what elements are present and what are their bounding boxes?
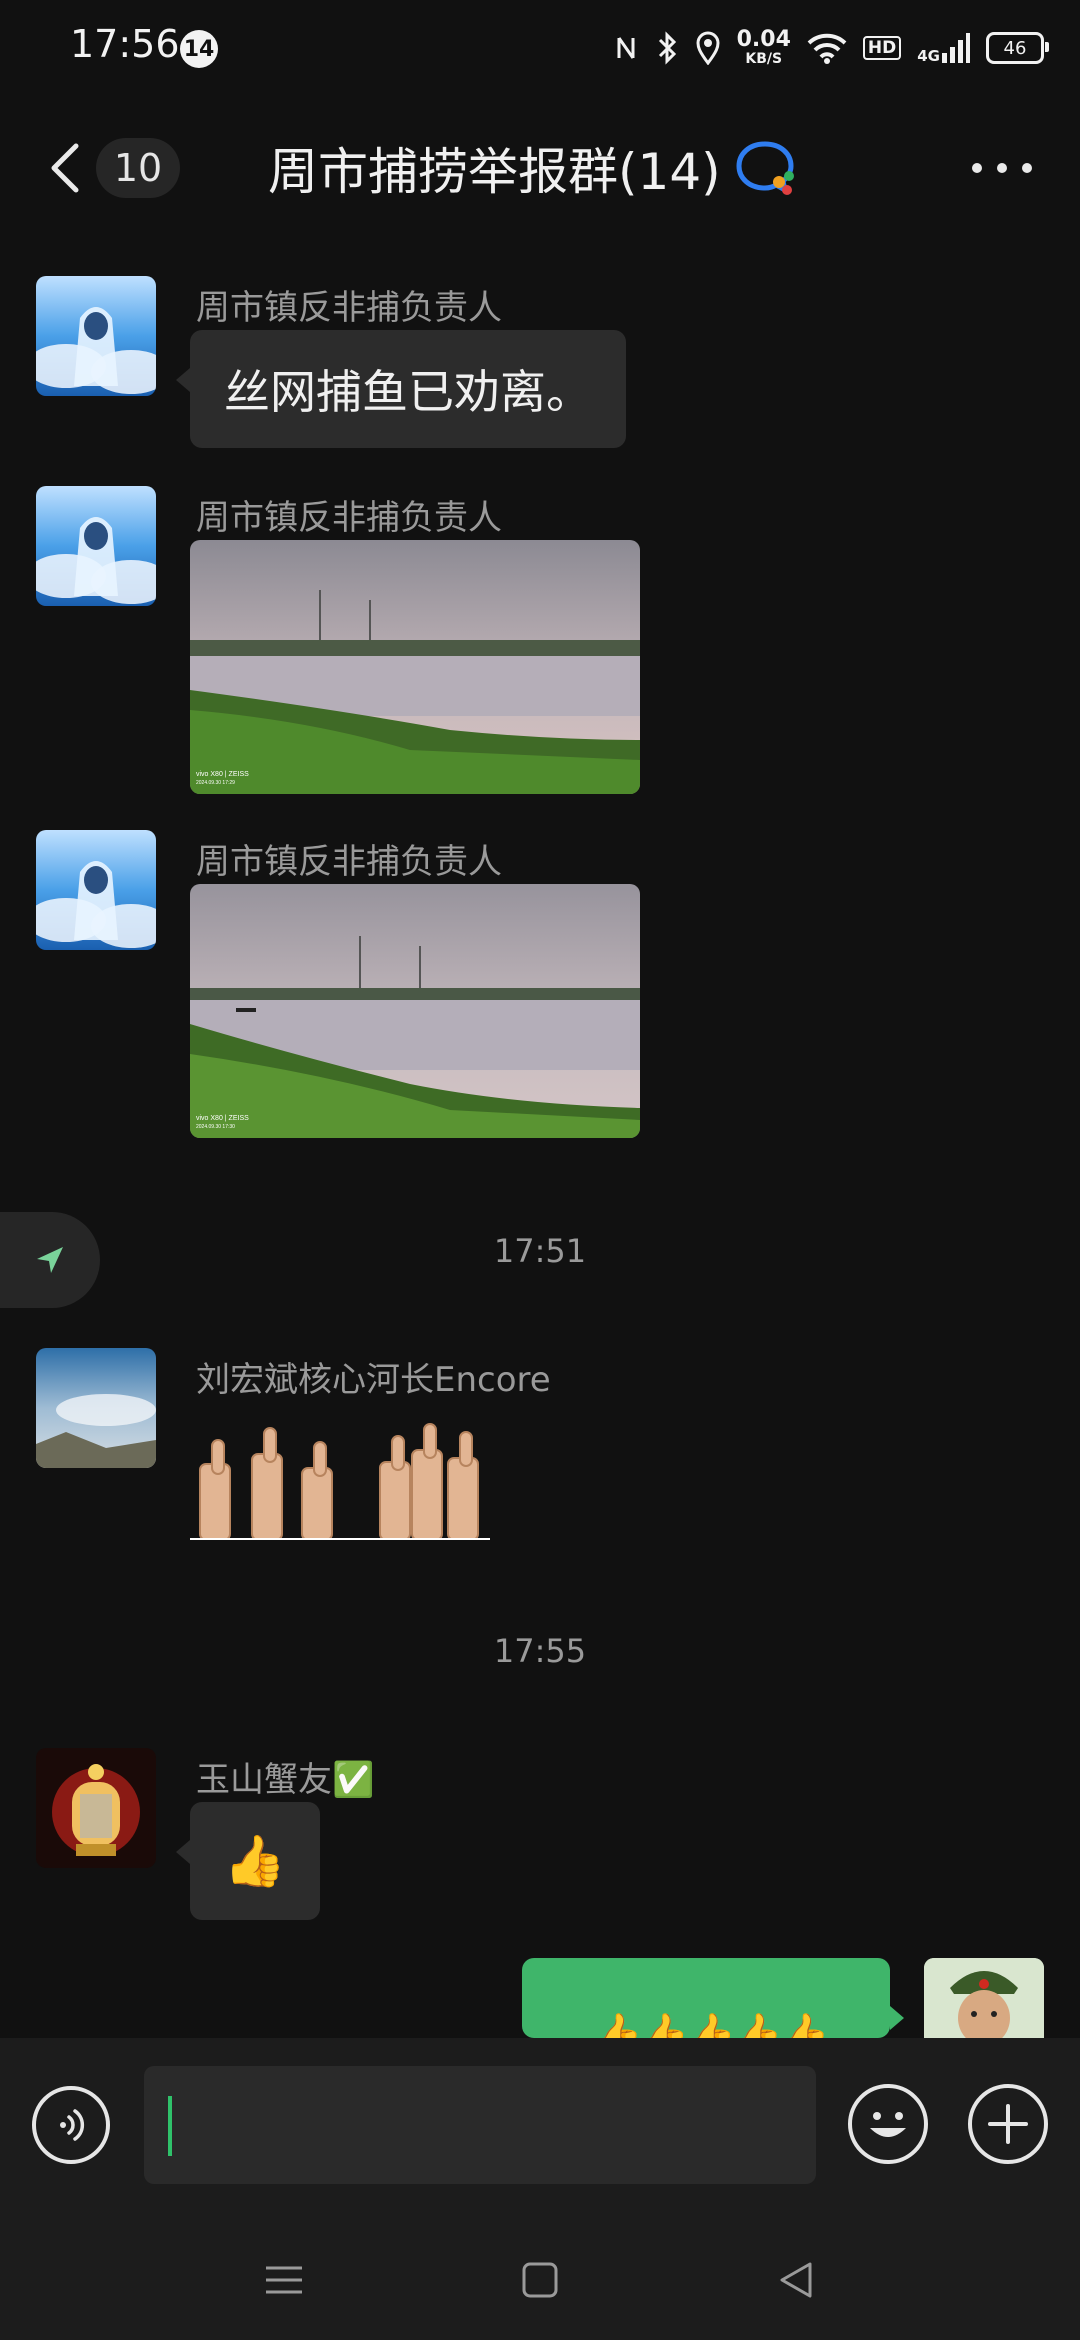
chat-title-area[interactable]: 周市捕捞举报群(14) xyxy=(268,136,799,201)
unread-count-badge[interactable]: 10 xyxy=(96,138,180,198)
signal-bars-icon xyxy=(942,33,970,63)
more-options-button[interactable] xyxy=(972,148,1032,188)
photo-watermark-date: 2024.09.30 17:30 xyxy=(196,1124,235,1130)
thumbs-up-icon: 👍👍👍👍👍 xyxy=(589,2011,831,2038)
photo-watermark-date: 2024.09.30 17:29 xyxy=(196,780,235,786)
notification-count-badge: 14 xyxy=(180,30,218,68)
photo-message[interactable]: vivo X80 | ZEISS 2024.09.30 17:29 xyxy=(190,540,640,794)
location-icon xyxy=(696,31,720,65)
home-icon[interactable] xyxy=(516,2256,564,2304)
cellular-signal: 4G xyxy=(917,33,970,65)
chat-title: 周市捕捞举报群(14) xyxy=(268,143,721,201)
text-caret xyxy=(168,2096,172,2156)
back-icon[interactable] xyxy=(46,142,86,194)
group-chat-icon xyxy=(736,141,794,195)
menu-icon[interactable] xyxy=(260,2256,308,2304)
photo-watermark: vivo X80 | ZEISS xyxy=(196,1115,249,1122)
message-text: 丝网捕鱼已劝离。 xyxy=(224,365,592,419)
time-separator: 17:55 xyxy=(493,1632,587,1670)
sticker-message[interactable] xyxy=(190,1414,490,1541)
wifi-icon xyxy=(807,33,847,64)
thumbs-up-hands-icon xyxy=(190,1423,490,1541)
sender-name: 周市镇反非捕负责人 xyxy=(196,842,502,882)
thumbs-up-icon: 👍 xyxy=(223,1831,287,1890)
time-separator: 17:51 xyxy=(493,1232,587,1270)
network-speed-value: 0.04 xyxy=(736,27,791,52)
avatar[interactable] xyxy=(36,1748,156,1868)
more-functions-button[interactable] xyxy=(968,2084,1048,2164)
avatar[interactable] xyxy=(36,276,156,396)
text-bubble[interactable]: 丝网捕鱼已劝离。 xyxy=(176,330,626,448)
network-speed-unit: KB/S xyxy=(745,51,783,67)
more-dot xyxy=(972,163,982,173)
avatar[interactable] xyxy=(36,1348,156,1468)
emoji-icon xyxy=(870,2112,906,2137)
photo-message[interactable]: vivo X80 | ZEISS 2024.09.30 17:30 xyxy=(190,884,640,1138)
message-item: 刘宏斌核心河长Encore xyxy=(36,1348,1036,1548)
avatar[interactable] xyxy=(36,830,156,950)
avatar[interactable] xyxy=(36,486,156,606)
outgoing-bubble-tail xyxy=(890,2006,904,2030)
network-type: 4G xyxy=(917,47,940,65)
status-bar: 17:56 14 0.04 KB/S HD 4G 46 xyxy=(0,0,1080,96)
battery-indicator: 46 xyxy=(986,32,1049,64)
status-icons: 0.04 KB/S HD 4G 46 xyxy=(615,24,1049,72)
more-dot xyxy=(1022,163,1032,173)
voice-icon xyxy=(60,2109,85,2141)
nfc-icon xyxy=(617,37,635,59)
sender-name: 周市镇反非捕负责人 xyxy=(196,288,502,328)
back-triangle-icon[interactable] xyxy=(772,2256,820,2304)
chat-header: 10 周市捕捞举报群(14) xyxy=(0,118,1080,218)
message-item: 玉山蟹友✅ 👍 xyxy=(36,1748,1036,1928)
message-input[interactable] xyxy=(144,2066,816,2184)
bluetooth-icon xyxy=(658,31,676,65)
message-item: 周市镇反非捕负责人 丝网捕鱼已劝离。 xyxy=(36,276,1036,456)
input-bar xyxy=(0,2038,1080,2220)
status-time: 17:56 xyxy=(70,22,180,66)
emoji-button[interactable] xyxy=(848,2084,928,2164)
sender-name: 刘宏斌核心河长Encore xyxy=(196,1360,551,1400)
plus-icon xyxy=(988,2104,1028,2144)
system-navigation-bar xyxy=(0,2220,1080,2340)
emoji-bubble[interactable]: 👍 xyxy=(176,1802,320,1920)
message-item: 周市镇反非捕负责人 vivo X80 | ZEISS 2024.09.30 17… xyxy=(36,486,1036,796)
hd-indicator: HD xyxy=(862,36,902,60)
network-speed: 0.04 KB/S xyxy=(736,27,791,68)
sender-name: 玉山蟹友✅ xyxy=(196,1760,375,1800)
more-dot xyxy=(997,163,1007,173)
photo-watermark: vivo X80 | ZEISS xyxy=(196,771,249,778)
voice-input-button[interactable] xyxy=(32,2086,110,2164)
outgoing-emoji-bubble[interactable]: 👍👍👍👍👍 xyxy=(522,1958,890,2038)
my-avatar[interactable] xyxy=(924,1958,1044,2038)
sender-name: 周市镇反非捕负责人 xyxy=(196,498,502,538)
message-item: 周市镇反非捕负责人 vivo X80 | ZEISS 2024.09.30 17… xyxy=(36,830,1036,1140)
